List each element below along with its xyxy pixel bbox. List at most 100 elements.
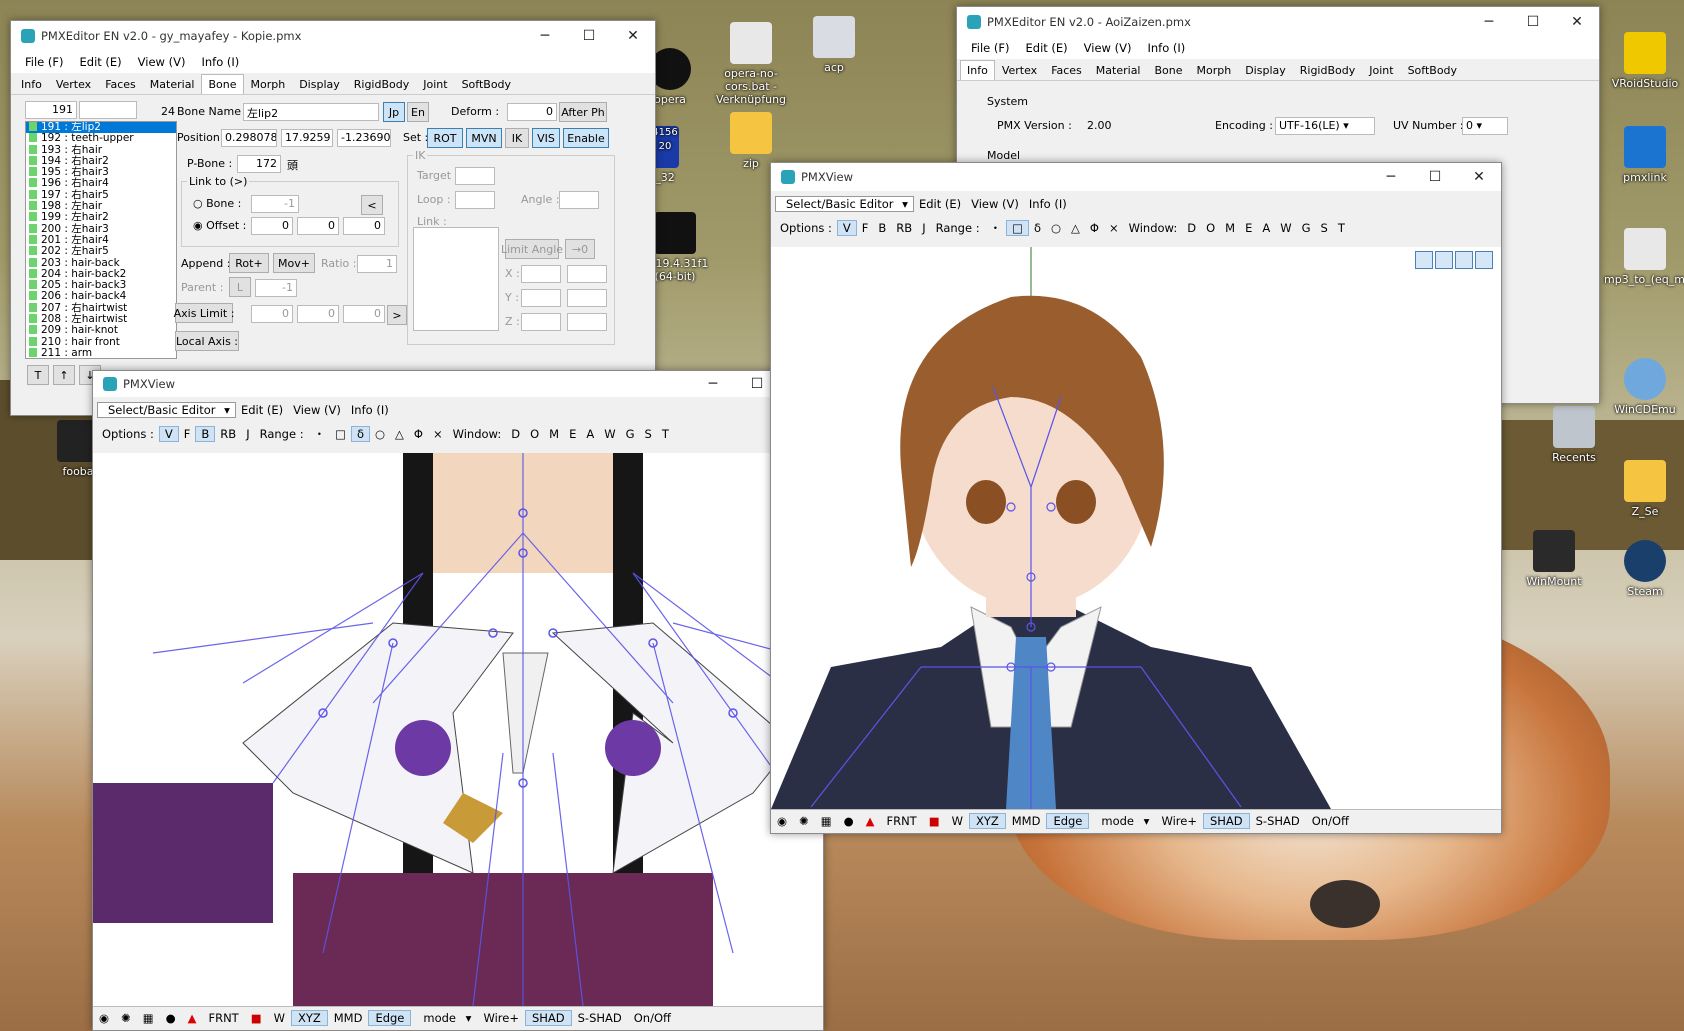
select-icon[interactable]: ◉ xyxy=(771,814,793,828)
menu-edit[interactable]: Edit (E) xyxy=(914,197,966,211)
bone-name-field[interactable]: 左lip2 xyxy=(243,103,379,121)
window-e[interactable]: E xyxy=(1240,221,1257,235)
desktop-icon-vroid[interactable]: VRoidStudio xyxy=(1604,32,1684,90)
minimize-button[interactable]: ─ xyxy=(1369,162,1413,192)
range-rect[interactable]: □ xyxy=(330,427,351,441)
mode-dropdown[interactable]: Select/Basic Editor ▾ xyxy=(97,402,236,418)
window-t[interactable]: T xyxy=(1333,221,1350,235)
range-cross[interactable]: × xyxy=(1104,221,1124,235)
window-e[interactable]: E xyxy=(564,427,581,441)
list-item[interactable]: 199 : 左hair2 xyxy=(26,212,176,224)
edge-button[interactable]: Edge xyxy=(368,1009,412,1026)
window-w[interactable]: W xyxy=(599,427,620,441)
range-point[interactable]: ・ xyxy=(985,220,1007,236)
option-bone[interactable]: B xyxy=(873,221,891,235)
option-bone[interactable]: B xyxy=(195,426,216,442)
ratio-field[interactable]: 1 xyxy=(357,255,397,273)
tab-softbody[interactable]: SoftBody xyxy=(1401,60,1464,80)
tab-bone[interactable]: Bone xyxy=(1147,60,1189,80)
up-button[interactable]: ↑ xyxy=(53,365,75,385)
select-icon[interactable]: ◉ xyxy=(93,1011,115,1025)
menu-info[interactable]: Info (I) xyxy=(346,403,394,417)
front-button[interactable]: FRNT xyxy=(880,814,922,828)
parent-link-button[interactable]: L xyxy=(229,277,251,297)
move-view-icon[interactable] xyxy=(1415,251,1433,269)
mmd-button[interactable]: MMD xyxy=(1006,814,1047,828)
range-circle[interactable]: ○ xyxy=(370,427,390,441)
mode-menu[interactable]: mode ▾ xyxy=(1089,814,1155,828)
desktop-icon-steam[interactable]: Steam xyxy=(1604,540,1684,598)
jp-button[interactable]: Jp xyxy=(383,102,405,122)
range-phi[interactable]: Φ xyxy=(409,427,428,441)
ik-limit-z-min[interactable] xyxy=(521,313,561,331)
window-o[interactable]: O xyxy=(1201,221,1220,235)
option-face[interactable]: F xyxy=(179,427,196,441)
triangle-icon[interactable]: ▲ xyxy=(182,1011,203,1025)
menu-view[interactable]: View (V) xyxy=(288,403,346,417)
on-off-button[interactable]: On/Off xyxy=(628,1011,677,1025)
bone-search-field[interactable] xyxy=(79,101,137,119)
zero-button[interactable]: →0 xyxy=(565,239,595,259)
maximize-button[interactable]: ☐ xyxy=(1413,162,1457,192)
position-x[interactable]: 0.2980785 xyxy=(221,129,277,147)
triangle-icon[interactable]: ▲ xyxy=(860,814,881,828)
on-off-button[interactable]: On/Off xyxy=(1306,814,1355,828)
3d-viewport[interactable] xyxy=(93,453,823,1006)
encoding-select[interactable]: UTF-16(LE) ▾ xyxy=(1275,117,1375,135)
list-item[interactable]: 209 : hair-knot xyxy=(26,325,176,337)
tab-faces[interactable]: Faces xyxy=(98,74,143,94)
ik-loop-field[interactable] xyxy=(455,191,495,209)
menu-info[interactable]: Info (I) xyxy=(1024,197,1072,211)
menu-view[interactable]: View (V) xyxy=(966,197,1024,211)
color-icon[interactable]: ■ xyxy=(923,814,946,828)
menu-file[interactable]: File (F) xyxy=(963,41,1018,55)
position-z[interactable]: -1.236902 xyxy=(337,129,391,147)
close-button[interactable]: ✕ xyxy=(611,21,655,51)
link-back-button[interactable]: < xyxy=(361,195,383,215)
ik-limit-z-max[interactable] xyxy=(567,313,607,331)
menu-view[interactable]: View (V) xyxy=(1076,41,1140,55)
option-joint[interactable]: J xyxy=(917,221,930,235)
zoom-view-icon[interactable] xyxy=(1455,251,1473,269)
color-icon[interactable]: ■ xyxy=(245,1011,268,1025)
window-g[interactable]: G xyxy=(621,427,640,441)
window-m[interactable]: M xyxy=(544,427,564,441)
minimize-button[interactable]: ─ xyxy=(523,21,567,51)
ik-limit-x-max[interactable] xyxy=(567,265,607,283)
w-button[interactable]: W xyxy=(946,814,969,828)
option-rigidbody[interactable]: RB xyxy=(215,427,241,441)
pbone-field[interactable]: 172 xyxy=(237,155,281,173)
en-button[interactable]: En xyxy=(407,102,429,122)
close-button[interactable]: ✕ xyxy=(1457,162,1501,192)
option-rigidbody[interactable]: RB xyxy=(891,221,917,235)
ik-toggle[interactable]: IK xyxy=(505,128,529,148)
desktop-icon-wincdemu[interactable]: WinCDEmu xyxy=(1604,358,1684,416)
tab-display[interactable]: Display xyxy=(1238,60,1293,80)
tab-bone[interactable]: Bone xyxy=(201,74,244,94)
window-w[interactable]: W xyxy=(1275,221,1296,235)
option-face[interactable]: F xyxy=(857,221,874,235)
minimize-button[interactable]: ─ xyxy=(691,369,735,399)
desktop-icon-zse[interactable]: Z_Se xyxy=(1604,460,1684,518)
window-a[interactable]: A xyxy=(1257,221,1275,235)
tab-softbody[interactable]: SoftBody xyxy=(455,74,518,94)
local-axis-button[interactable]: Local Axis : xyxy=(175,331,239,351)
pan-view-icon[interactable] xyxy=(1435,251,1453,269)
bone-radio[interactable]: ○ Bone : xyxy=(193,197,241,210)
position-y[interactable]: 17.9259 xyxy=(281,129,333,147)
offset-y[interactable]: 0 xyxy=(297,217,339,235)
range-triangle[interactable]: △ xyxy=(1066,221,1085,235)
deform-field[interactable]: 0 xyxy=(507,103,557,121)
top-button[interactable]: T xyxy=(27,365,49,385)
mvn-toggle[interactable]: MVN xyxy=(466,128,502,148)
rot-toggle[interactable]: ROT xyxy=(427,128,463,148)
after-physics-button[interactable]: After Ph xyxy=(559,102,607,122)
maximize-button[interactable]: ☐ xyxy=(567,21,611,51)
ik-limit-y-min[interactable] xyxy=(521,289,561,307)
grid-icon[interactable]: ▦ xyxy=(815,814,838,828)
3d-viewport[interactable] xyxy=(771,247,1501,809)
offset-x[interactable]: 0 xyxy=(251,217,293,235)
point-icon[interactable]: ● xyxy=(160,1011,182,1025)
uv-number-select[interactable]: 0 ▾ xyxy=(1462,117,1508,135)
mode-dropdown[interactable]: Select/Basic Editor ▾ xyxy=(775,196,914,212)
